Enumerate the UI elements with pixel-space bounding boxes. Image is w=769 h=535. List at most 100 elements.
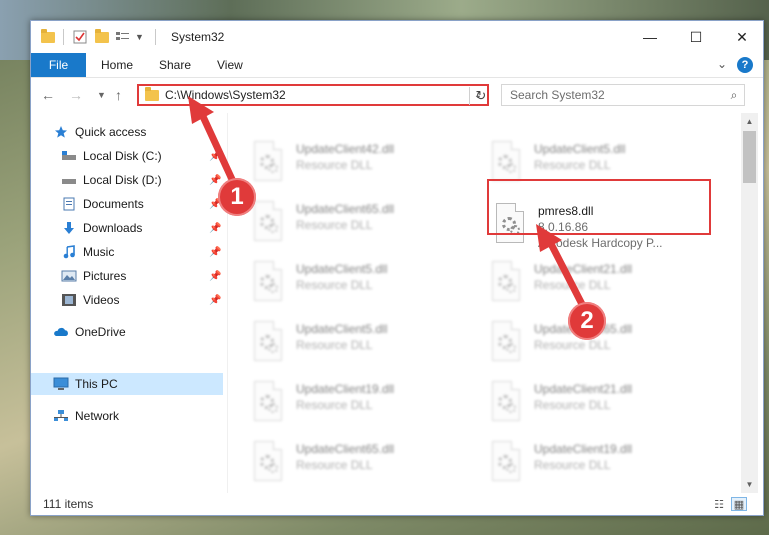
file-type: Resource DLL <box>296 458 373 472</box>
drive-icon <box>61 173 77 187</box>
sidebar-item-music[interactable]: Music <box>61 241 253 263</box>
file-description: Autodesk Hardcopy P... <box>538 236 663 250</box>
pin-icon[interactable]: 📌 <box>209 151 221 162</box>
sidebar-item-label: Music <box>83 245 115 259</box>
documents-icon <box>61 197 77 211</box>
tab-view[interactable]: View <box>217 53 243 77</box>
item-count: 111 items <box>43 497 94 511</box>
computer-icon <box>53 377 69 391</box>
folder-icon <box>145 86 159 101</box>
close-button[interactable]: ✕ <box>719 21 763 53</box>
properties-icon[interactable] <box>73 29 87 45</box>
dll-file-icon <box>252 201 286 243</box>
file-name: UpdateClient21.dll <box>534 382 633 396</box>
dll-file-icon <box>490 321 524 363</box>
sidebar-item-label: Videos <box>83 293 120 307</box>
maximize-button[interactable]: ☐ <box>673 21 719 53</box>
pin-icon[interactable]: 📌 <box>209 175 221 186</box>
sidebar-item-label: Local Disk (C:) <box>83 149 162 163</box>
sidebar-item-this-pc[interactable]: This PC <box>31 373 223 395</box>
file-name: UpdateClient42.dll <box>296 142 395 156</box>
sidebar-item-label: Pictures <box>83 269 127 283</box>
window-title: System32 <box>171 30 225 44</box>
details-view-icon[interactable]: ☷ <box>711 497 727 511</box>
sidebar-item-videos[interactable]: Videos <box>61 289 253 311</box>
sidebar-item-label: OneDrive <box>75 325 126 339</box>
file-type: Resource DLL <box>534 458 611 472</box>
back-arrow-icon[interactable]: ← <box>41 87 55 103</box>
file-type: Resource DLL <box>534 398 611 412</box>
list-item[interactable]: UpdateClient5.dll Resource DLL <box>252 259 478 309</box>
up-arrow-icon[interactable]: ↑ <box>115 87 122 103</box>
list-item[interactable]: UpdateClient19.dll Resource DLL <box>490 439 716 489</box>
help-icon[interactable]: ? <box>737 57 753 73</box>
sidebar-item-quick-access[interactable]: Quick access <box>53 121 245 143</box>
dll-file-icon <box>490 261 524 303</box>
ribbon-expand-icon[interactable]: ⌄ <box>717 57 727 71</box>
file-type: Resource DLL <box>296 278 373 292</box>
file-type: Resource DLL <box>534 158 611 172</box>
sidebar-item-pictures[interactable]: Pictures <box>61 265 253 287</box>
sidebar-item-label: Network <box>75 409 120 423</box>
pin-icon[interactable]: 📌 <box>209 223 221 234</box>
sidebar-item-network[interactable]: Network <box>53 405 245 427</box>
search-icon[interactable]: ⌕ <box>724 88 744 103</box>
sidebar-item-downloads[interactable]: Downloads <box>61 217 253 239</box>
new-folder-icon[interactable] <box>95 28 109 45</box>
large-icons-view-icon[interactable]: ▦ <box>731 497 747 511</box>
vertical-scrollbar[interactable]: ▲ ▼ <box>741 113 758 493</box>
sidebar-item-label: Local Disk (D:) <box>83 173 162 187</box>
search-box[interactable]: ⌕ <box>501 84 745 106</box>
file-name: UpdateClient5.dll <box>296 262 388 276</box>
dll-file-icon <box>252 441 286 483</box>
sidebar-item-label: This PC <box>75 377 118 391</box>
search-input[interactable] <box>502 87 724 103</box>
list-item[interactable]: UpdateClient21.dll Resource DLL <box>490 379 716 429</box>
title-separator <box>155 29 156 45</box>
list-item[interactable]: UpdateClient19.dll Resource DLL <box>252 379 478 429</box>
pin-icon[interactable]: 📌 <box>209 295 221 306</box>
recent-locations-icon[interactable]: ▼ <box>97 90 106 100</box>
pin-icon[interactable]: 📌 <box>209 247 221 258</box>
sidebar-item-onedrive[interactable]: OneDrive <box>53 321 245 343</box>
customize-icon[interactable] <box>115 29 131 45</box>
cloud-icon <box>53 325 69 339</box>
scroll-thumb[interactable] <box>743 131 756 183</box>
dll-file-icon <box>252 261 286 303</box>
downloads-icon <box>61 221 77 235</box>
tab-share[interactable]: Share <box>159 53 191 77</box>
file-name: UpdateClient21.dll <box>534 262 633 276</box>
tab-file[interactable]: File <box>31 53 86 77</box>
list-item[interactable]: UpdateClient42.dll Resource DLL <box>252 139 478 189</box>
chevron-down-icon[interactable]: ▼ <box>135 29 144 45</box>
address-bar[interactable]: C:\Windows\System32 ⌄ <box>137 84 489 106</box>
title-bar: ▼ System32 — ☐ ✕ <box>31 21 763 53</box>
file-type: Resource DLL <box>296 218 373 232</box>
file-name: UpdateClient19.dll <box>534 442 633 456</box>
scroll-up-icon[interactable]: ▲ <box>741 113 758 130</box>
videos-icon <box>61 293 77 307</box>
minimize-button[interactable]: — <box>627 21 673 53</box>
scroll-down-icon[interactable]: ▼ <box>741 476 758 493</box>
status-bar: 111 items ☷ ▦ <box>31 493 763 515</box>
forward-arrow-icon[interactable]: → <box>69 87 83 103</box>
drive-icon <box>61 149 77 163</box>
file-name: UpdateClient5.dll <box>296 322 388 336</box>
tab-home[interactable]: Home <box>101 53 133 77</box>
dll-file-icon <box>490 141 524 183</box>
folder-icon <box>41 28 55 45</box>
step-1-badge: 1 <box>218 178 256 216</box>
list-item[interactable]: UpdateClient5.dll Resource DLL <box>252 319 478 369</box>
list-item[interactable]: UpdateClient65.dll Resource DLL <box>252 199 478 249</box>
file-type: Resource DLL <box>296 398 373 412</box>
file-name: UpdateClient19.dll <box>296 382 395 396</box>
sidebar-item-label: Documents <box>83 197 144 211</box>
dll-file-icon <box>490 381 524 423</box>
list-item[interactable]: UpdateClient65.dll Resource DLL <box>252 439 478 489</box>
list-item[interactable]: UpdateClient21.dll Resource DLL <box>490 259 716 309</box>
refresh-icon[interactable]: ↻ <box>469 87 492 105</box>
pin-icon[interactable]: 📌 <box>209 271 221 282</box>
sidebar-item-local-disk-c[interactable]: Local Disk (C:) <box>61 145 253 167</box>
address-path[interactable]: C:\Windows\System32 <box>165 88 468 102</box>
dll-file-icon <box>490 441 524 483</box>
